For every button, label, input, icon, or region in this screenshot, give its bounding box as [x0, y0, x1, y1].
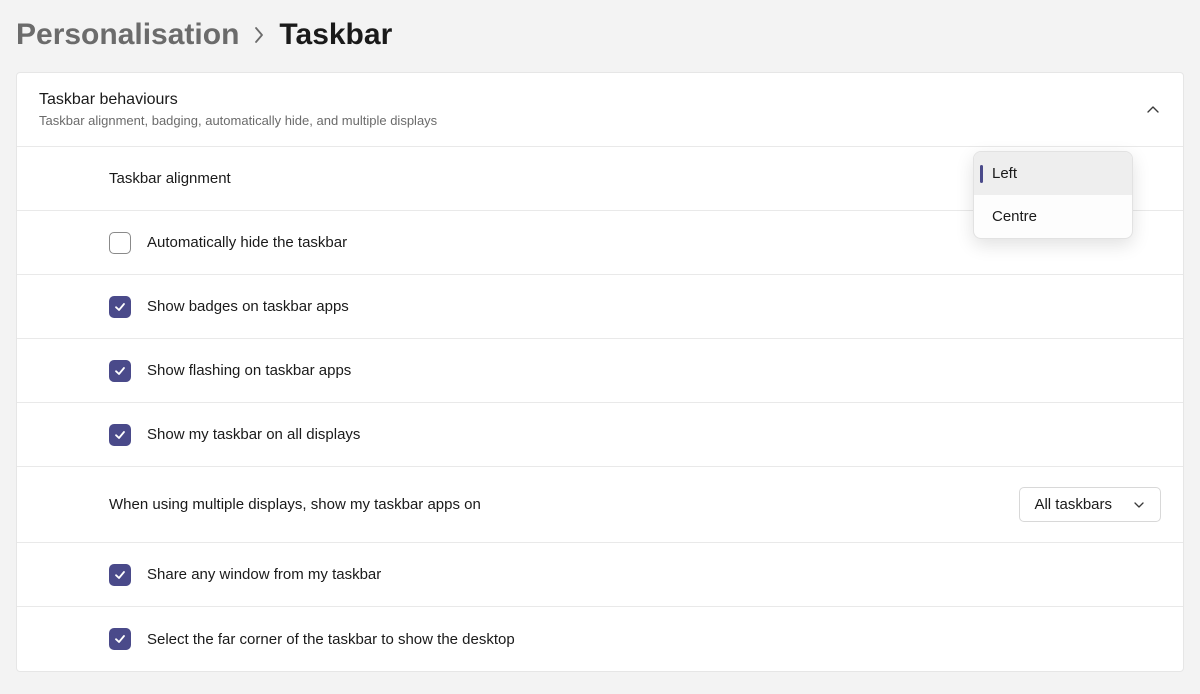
flashing-row: Show flashing on taskbar apps: [17, 339, 1183, 403]
far-corner-checkbox[interactable]: [109, 628, 131, 650]
multidisplay-select-value: All taskbars: [1034, 496, 1112, 513]
breadcrumb-parent[interactable]: Personalisation: [16, 18, 239, 52]
multidisplay-label: When using multiple displays, show my ta…: [109, 496, 1019, 513]
section-title: Taskbar behaviours: [39, 91, 437, 109]
far-corner-label: Select the far corner of the taskbar to …: [147, 631, 1161, 648]
all-displays-checkbox[interactable]: [109, 424, 131, 446]
all-displays-row: Show my taskbar on all displays: [17, 403, 1183, 467]
badges-label: Show badges on taskbar apps: [147, 298, 1161, 315]
breadcrumb-current: Taskbar: [279, 18, 392, 52]
flashing-label: Show flashing on taskbar apps: [147, 362, 1161, 379]
chevron-right-icon: [253, 26, 265, 44]
share-window-label: Share any window from my taskbar: [147, 566, 1161, 583]
taskbar-behaviours-panel: Taskbar behaviours Taskbar alignment, ba…: [16, 72, 1184, 672]
multidisplay-select[interactable]: All taskbars: [1019, 487, 1161, 522]
autohide-checkbox[interactable]: [109, 232, 131, 254]
section-header[interactable]: Taskbar behaviours Taskbar alignment, ba…: [17, 73, 1183, 147]
section-subtitle: Taskbar alignment, badging, automaticall…: [39, 113, 437, 128]
multidisplay-row: When using multiple displays, show my ta…: [17, 467, 1183, 543]
badges-checkbox[interactable]: [109, 296, 131, 318]
chevron-down-icon: [1132, 498, 1146, 512]
taskbar-alignment-row: Taskbar alignment Left Centre: [17, 147, 1183, 211]
alignment-option-left[interactable]: Left: [974, 152, 1132, 195]
alignment-option-centre[interactable]: Centre: [974, 195, 1132, 238]
chevron-up-icon: [1145, 102, 1161, 118]
share-window-checkbox[interactable]: [109, 564, 131, 586]
breadcrumb: Personalisation Taskbar: [0, 0, 1200, 72]
badges-row: Show badges on taskbar apps: [17, 275, 1183, 339]
all-displays-label: Show my taskbar on all displays: [147, 426, 1161, 443]
taskbar-alignment-dropdown[interactable]: Left Centre: [973, 151, 1133, 239]
flashing-checkbox[interactable]: [109, 360, 131, 382]
share-window-row: Share any window from my taskbar: [17, 543, 1183, 607]
far-corner-row: Select the far corner of the taskbar to …: [17, 607, 1183, 671]
